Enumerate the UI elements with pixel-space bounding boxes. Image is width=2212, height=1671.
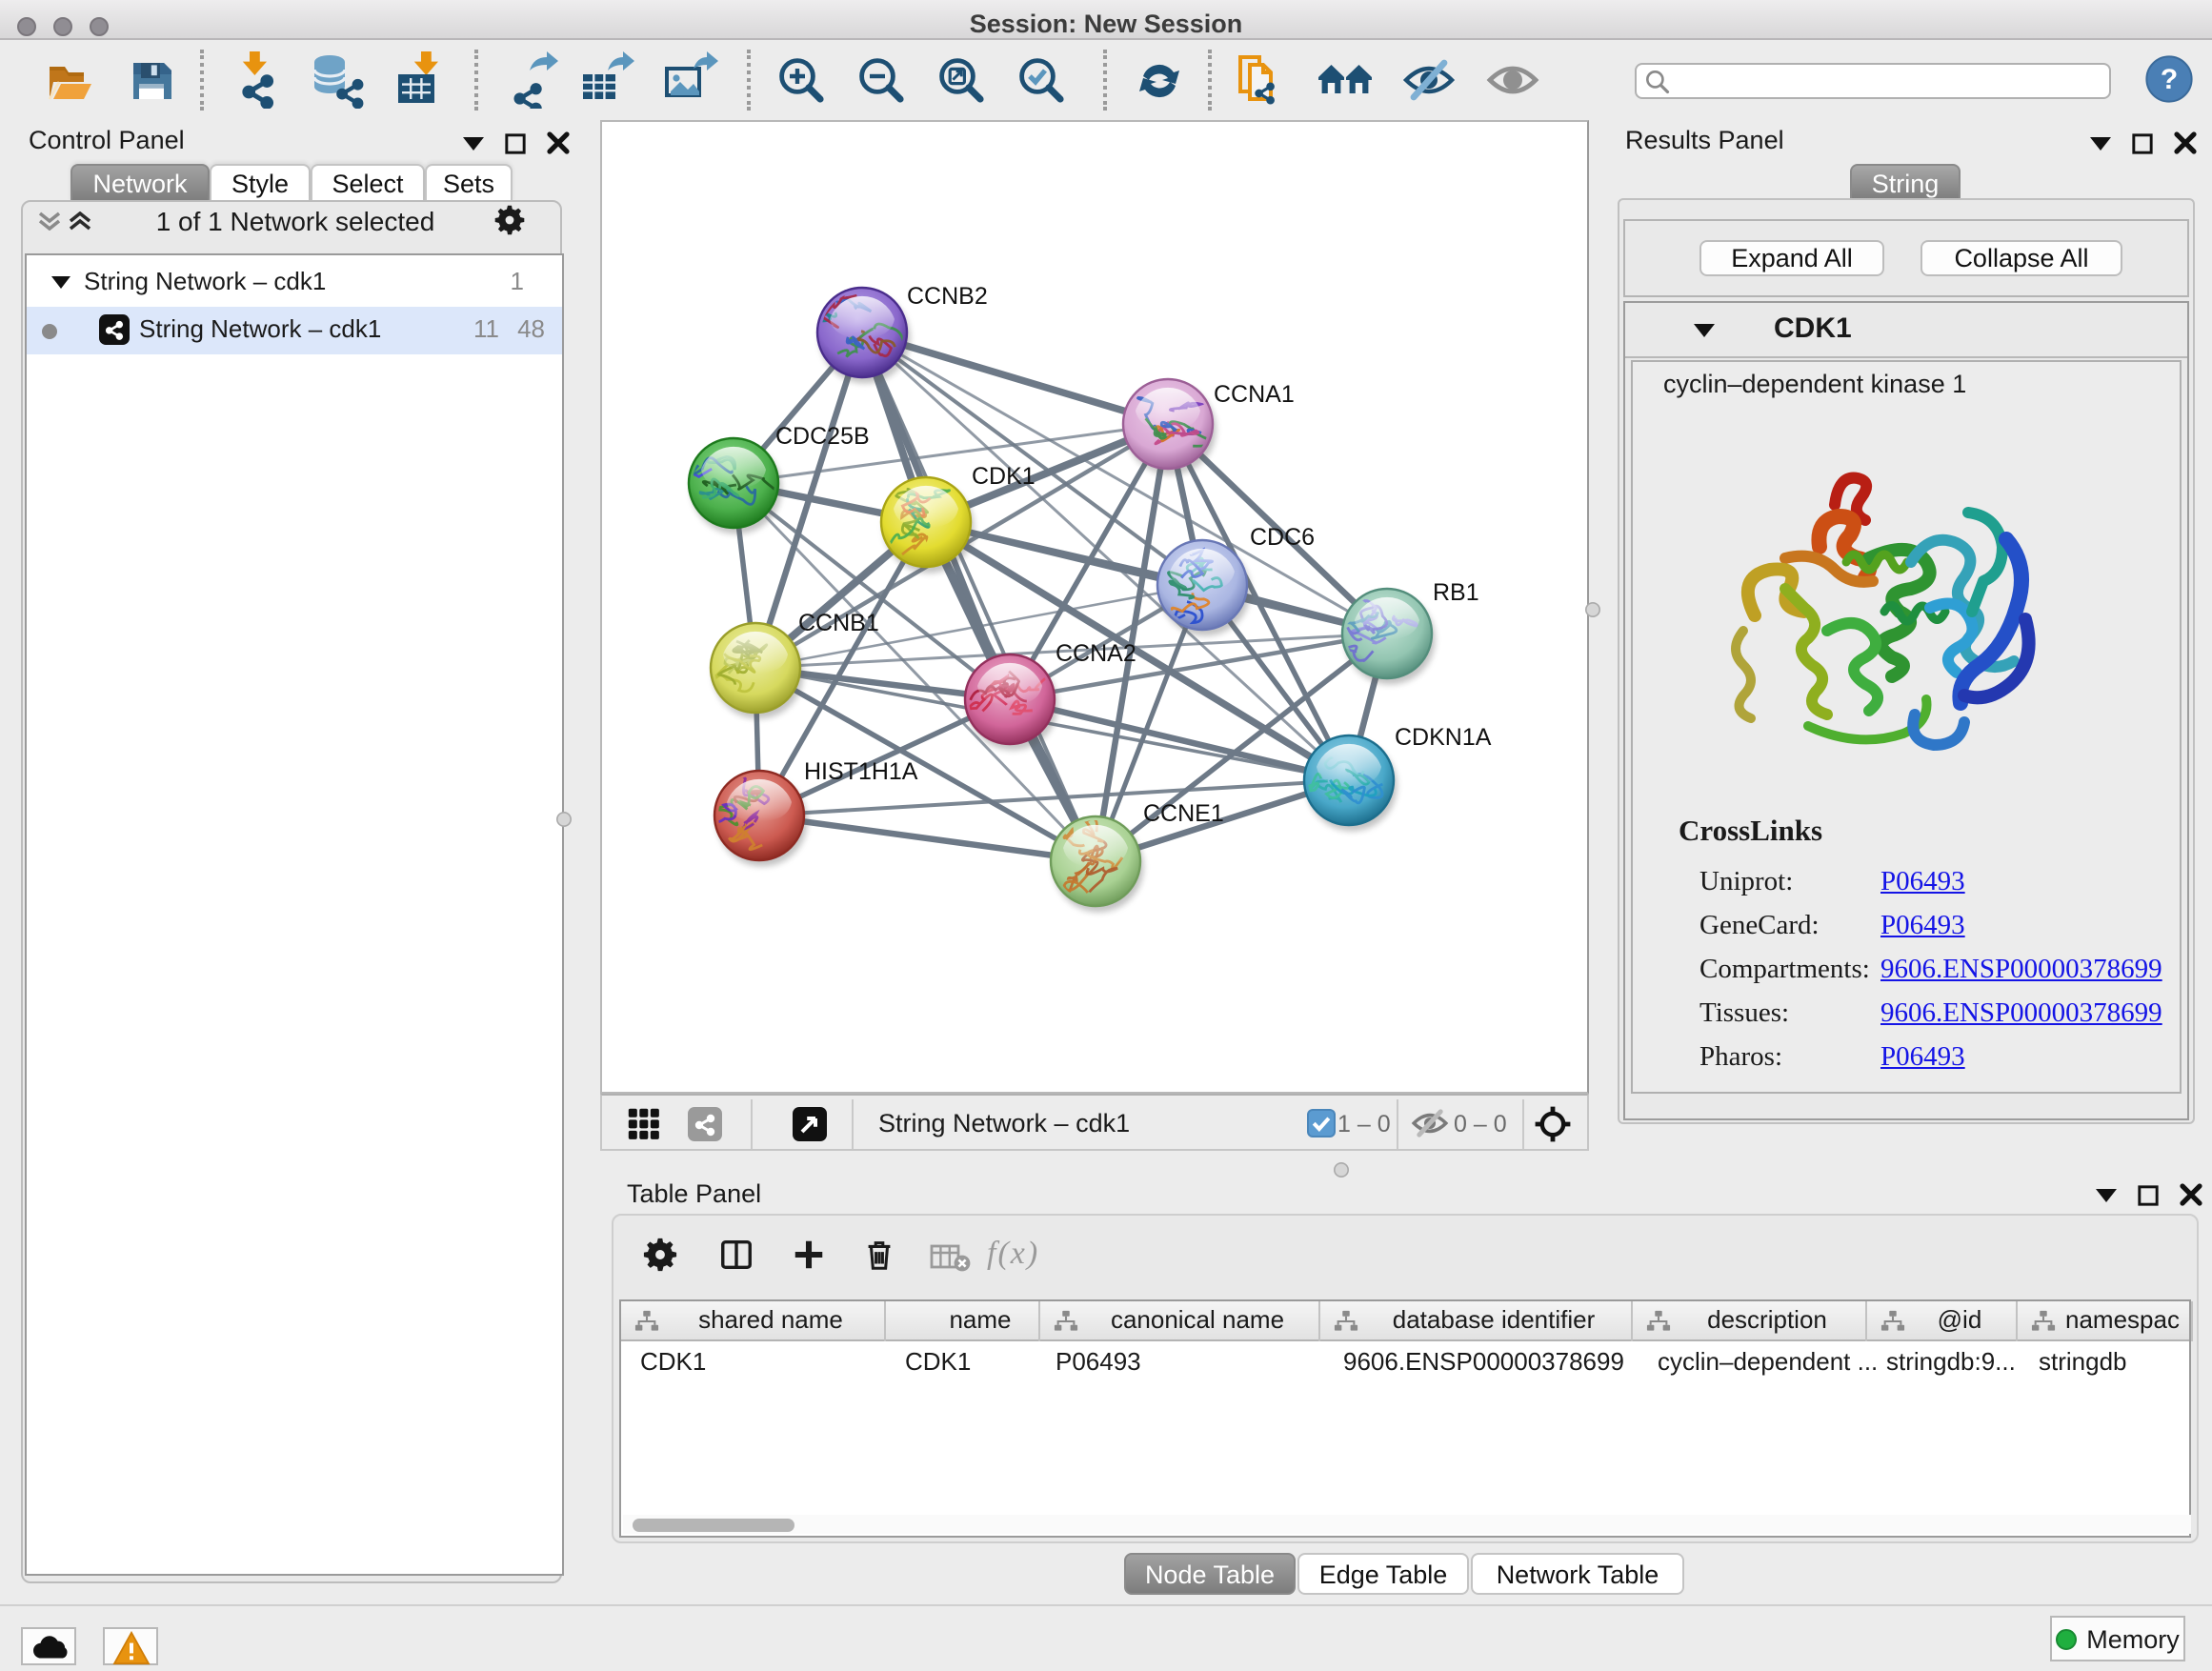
- svg-text:HIST1H1A: HIST1H1A: [804, 758, 918, 785]
- svg-text:CDC25B: CDC25B: [775, 423, 870, 450]
- svg-text:CCNE1: CCNE1: [1143, 800, 1224, 827]
- svg-text:CCNB2: CCNB2: [907, 283, 988, 310]
- svg-text:CDKN1A: CDKN1A: [1395, 724, 1492, 751]
- svg-text:?: ?: [2161, 64, 2178, 95]
- svg-text:RB1: RB1: [1433, 579, 1479, 606]
- svg-text:CCNA1: CCNA1: [1214, 381, 1295, 408]
- svg-text:CCNA2: CCNA2: [1056, 640, 1136, 667]
- svg-text:CCNB1: CCNB1: [798, 610, 879, 636]
- svg-text:CDC6: CDC6: [1250, 524, 1315, 551]
- svg-text:CDK1: CDK1: [972, 463, 1036, 490]
